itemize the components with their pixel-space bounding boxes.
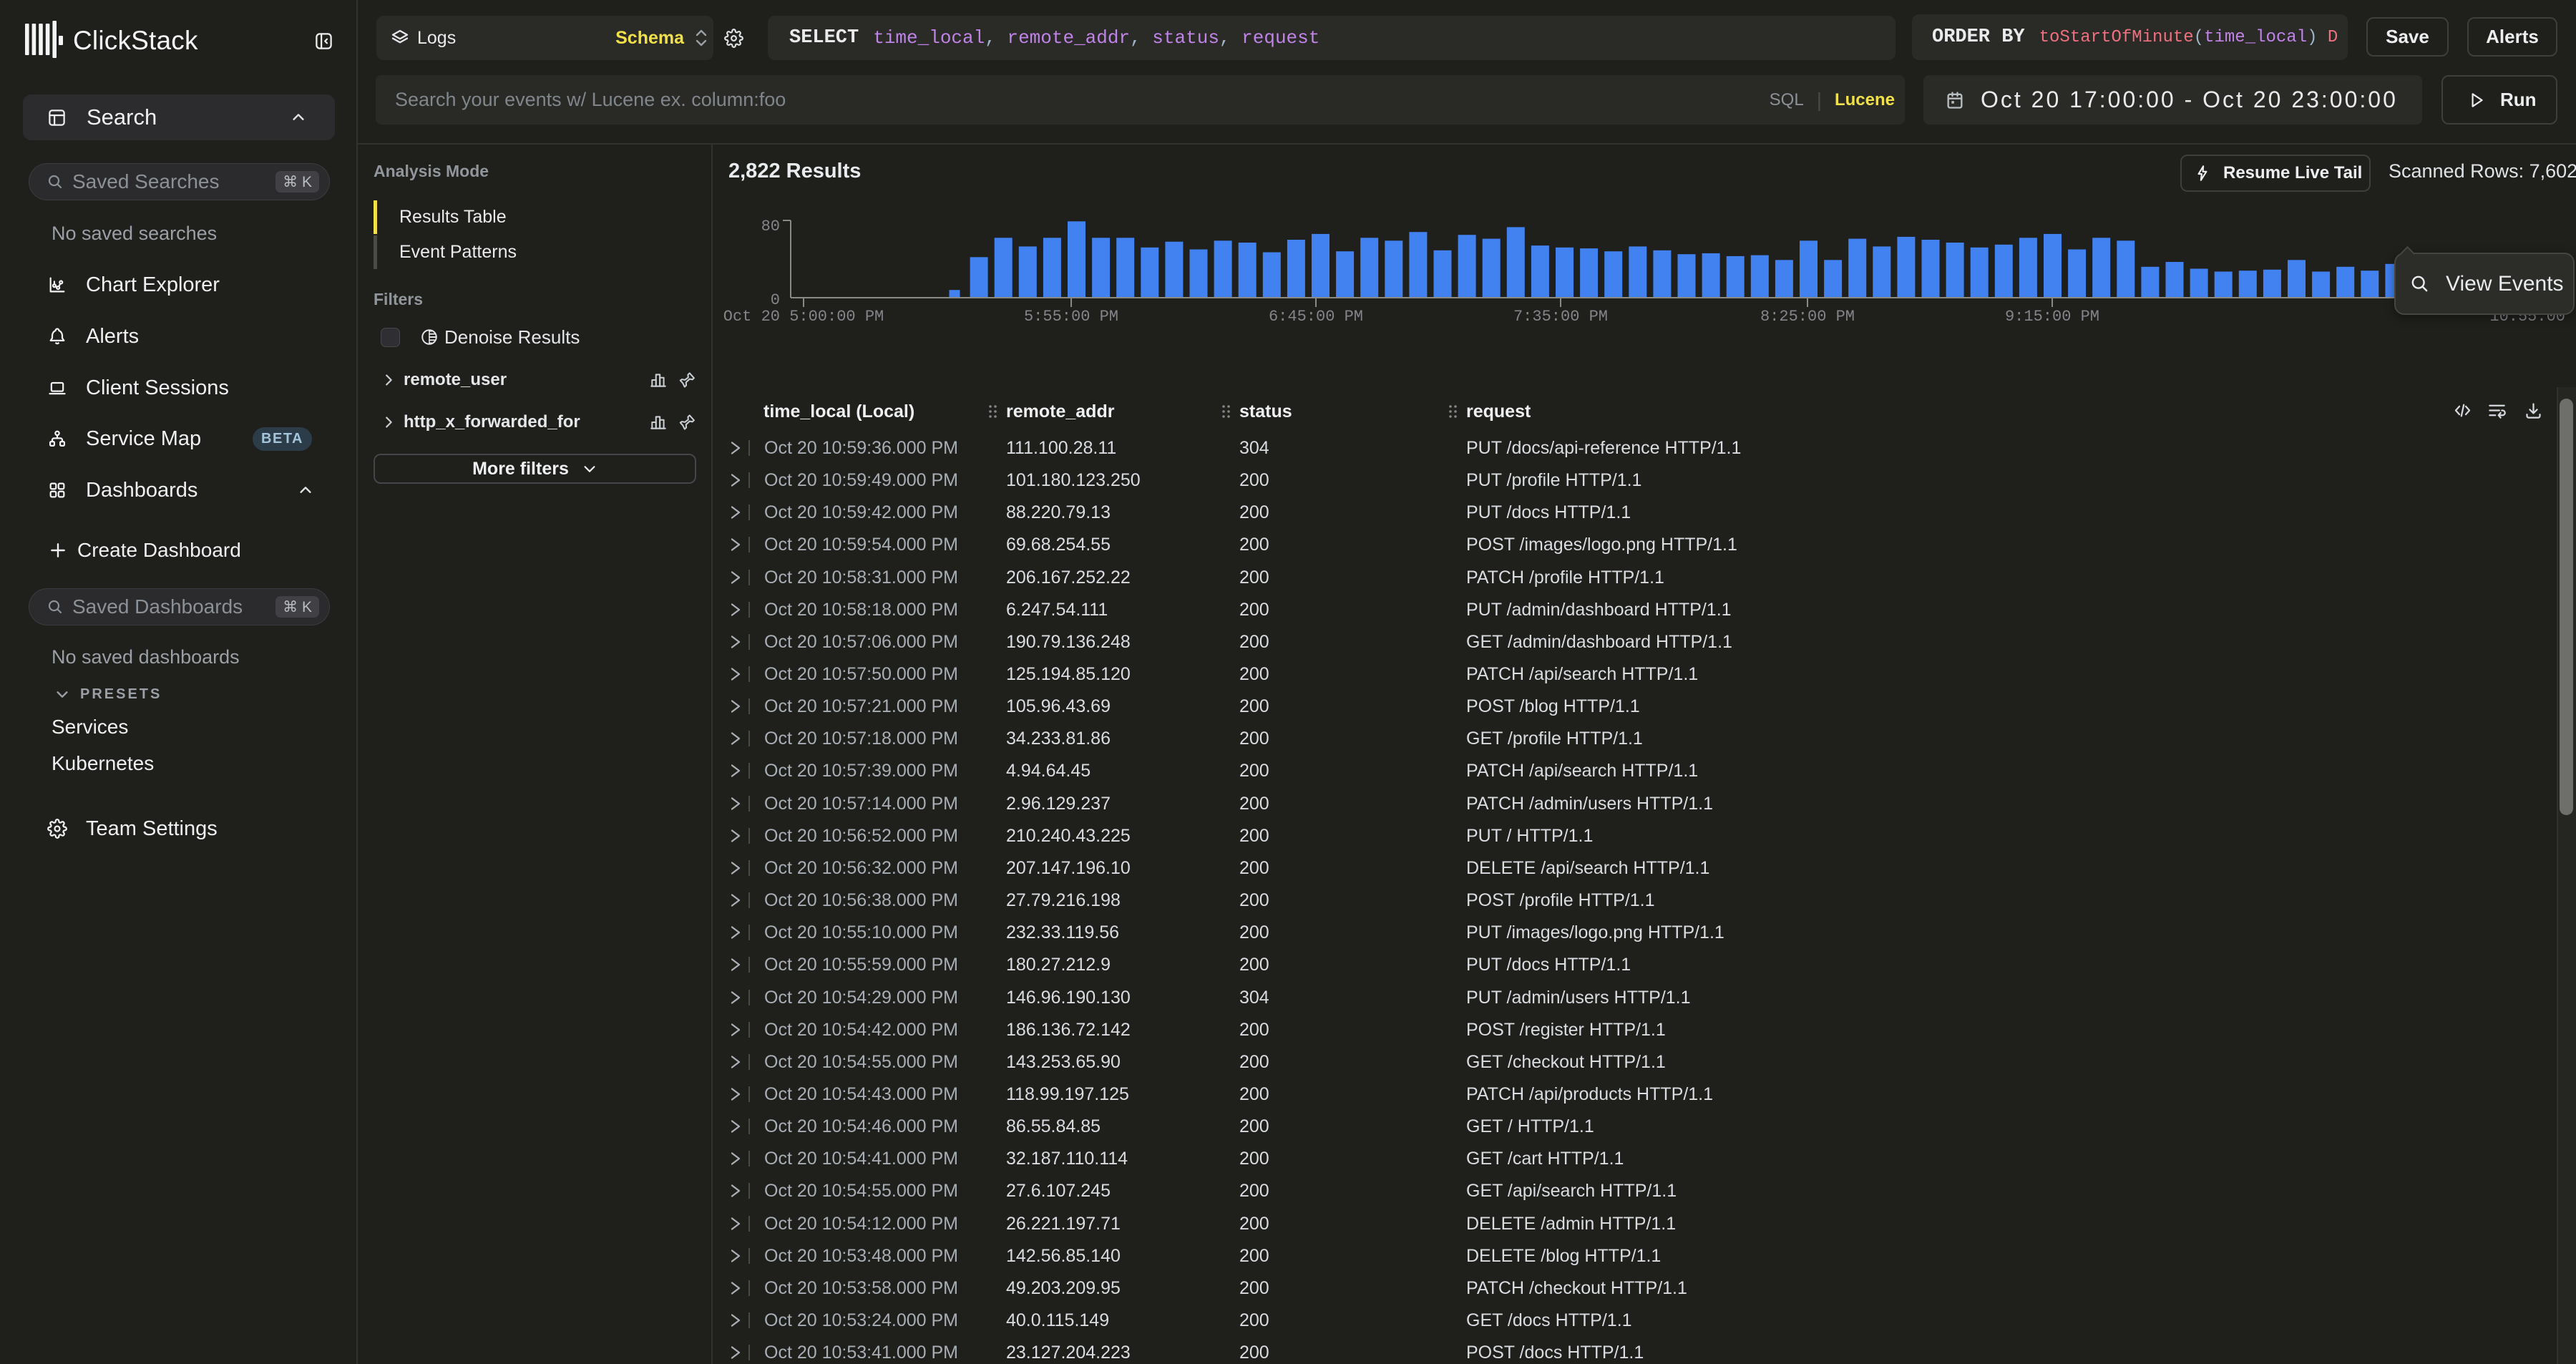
svg-text:6:45:00 PM: 6:45:00 PM [1269, 308, 1363, 326]
svg-text:Oct 20 5:00:00 PM: Oct 20 5:00:00 PM [723, 308, 884, 326]
svg-text:8:25:00 PM: 8:25:00 PM [1760, 308, 1855, 326]
svg-text:80: 80 [761, 218, 780, 235]
svg-text:5:55:00 PM: 5:55:00 PM [1024, 308, 1118, 326]
svg-text:0: 0 [771, 291, 780, 309]
svg-text:7:35:00 PM: 7:35:00 PM [1513, 308, 1608, 326]
svg-text:9:15:00 PM: 9:15:00 PM [2005, 308, 2099, 326]
